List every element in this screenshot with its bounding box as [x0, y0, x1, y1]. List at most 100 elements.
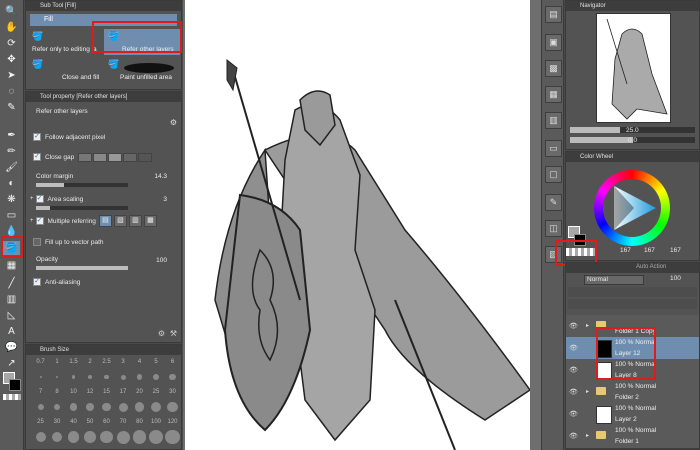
refer-folder-icon[interactable]: ▦ [143, 215, 157, 227]
pen-tool-icon[interactable]: ✒ [3, 128, 20, 142]
brush-size-preset[interactable]: 6 [164, 359, 181, 381]
brush-size-preset[interactable]: 15 [98, 389, 115, 412]
transparent-color-swatch[interactable] [3, 394, 21, 400]
saturation-triangle[interactable] [606, 180, 662, 236]
brush-size-preset[interactable]: 2 [82, 359, 99, 379]
subtool-close-and-fill[interactable]: 🪣 Close and fill [28, 57, 102, 83]
brush-size-preset[interactable]: 7 [32, 389, 49, 410]
visibility-eye-icon[interactable]: 👁 [569, 344, 578, 352]
canvas[interactable] [185, 0, 532, 450]
layer-row[interactable]: 👁 ▸ 100 % Normal Folder 2 [566, 381, 699, 405]
brush-size-preset[interactable]: 30 [164, 389, 181, 413]
fill-tool-icon[interactable]: 🪣 [3, 241, 20, 255]
material-icon[interactable]: ▣ [545, 34, 562, 51]
figure-tool-icon[interactable]: ╱ [3, 276, 20, 290]
multiple-referring-row[interactable]: + ✓ Multiple referring ▤ ▧ ▥ ▦ [30, 214, 177, 228]
balloon-tool-icon[interactable]: 💬 [3, 340, 20, 354]
screen-icon[interactable]: ▢ [545, 166, 562, 183]
layer-row[interactable]: 👁 ▸ Folder 1 Copy [566, 315, 699, 339]
angle-value[interactable]: 0.0 [628, 137, 637, 144]
folder-expand-icon[interactable]: ▸ [586, 388, 589, 395]
visibility-eye-icon[interactable]: 👁 [569, 322, 578, 330]
brush-size-preset[interactable]: 40 [65, 419, 82, 443]
brush-tool-icon[interactable]: 🖌 [3, 160, 20, 174]
opacity-slider[interactable] [36, 266, 128, 270]
zoom-tool-icon[interactable]: 🔍 [3, 4, 20, 18]
fill-up-vector-row[interactable]: Fill up to vector path [30, 235, 177, 249]
blend-mode-select[interactable]: Normal [584, 275, 644, 285]
close-gap-row[interactable]: ✓ Close gap [30, 150, 177, 164]
gap-size-4[interactable] [123, 152, 138, 162]
tab-auto-action[interactable]: Auto Action [636, 264, 666, 270]
layer-row[interactable]: 👁 100 % Normal Layer 12 [566, 337, 699, 361]
refer-all-layers-icon[interactable]: ▤ [98, 215, 112, 227]
expand-icon[interactable]: + [30, 196, 34, 202]
eraser-tool-icon[interactable]: ▭ [3, 208, 20, 222]
multiple-referring-checkbox[interactable]: ✓ [35, 217, 44, 225]
subtool-refer-editing-layer[interactable]: 🪣 Refer only to editing la [28, 29, 102, 55]
blend-tool-icon[interactable]: 💧 [3, 224, 20, 238]
area-scaling-slider[interactable] [36, 206, 128, 210]
checker-icon[interactable]: ▦ [545, 86, 562, 103]
brush-size-preset[interactable]: 100 [148, 419, 165, 445]
hand-tool-icon[interactable]: ✋ [3, 20, 20, 34]
visibility-eye-icon[interactable]: 👁 [569, 366, 578, 374]
navigator-preview[interactable] [596, 13, 671, 123]
brush-size-preset[interactable]: 30 [49, 419, 66, 443]
subtool-refer-other-layers[interactable]: 🪣 Refer other layers [104, 29, 180, 55]
visibility-eye-icon[interactable]: 👁 [569, 432, 578, 440]
ruler-tool-icon[interactable]: ◺ [3, 308, 20, 322]
airbrush-tool-icon[interactable]: ◐ [3, 176, 20, 190]
brush-size-preset[interactable]: 60 [98, 419, 115, 444]
layer-opacity-value[interactable]: 100 [670, 275, 681, 282]
transparency-icon[interactable]: ▩ [545, 60, 562, 77]
anti-aliasing-row[interactable]: ✓ Anti-aliasing [30, 275, 177, 289]
color-margin-value[interactable]: 14.3 [154, 173, 167, 180]
layer-row[interactable]: 👁 100 % Normal Layer 2 [566, 403, 699, 427]
folder-expand-icon[interactable]: ▸ [586, 432, 589, 439]
brush-size-preset[interactable]: 20 [131, 389, 148, 412]
brush-size-preset[interactable]: 120 [164, 419, 181, 445]
tool-icon[interactable]: ⚒ [170, 329, 177, 338]
brush-size-preset[interactable]: 8 [49, 389, 66, 411]
visibility-eye-icon[interactable]: 👁 [569, 388, 578, 396]
brush-size-preset[interactable]: 5 [148, 359, 165, 381]
zoom-value[interactable]: 25.0 [626, 127, 639, 134]
follow-adjacent-row[interactable]: ✓ Follow adjacent pixel [30, 130, 177, 144]
follow-adjacent-checkbox[interactable]: ✓ [33, 133, 41, 141]
layer-row[interactable]: 👁 ▸ 100 % Normal Folder 1 [566, 425, 699, 449]
move-tool-icon[interactable]: ✥ [3, 52, 20, 66]
wrench-icon[interactable]: ⚙ [170, 118, 177, 127]
gap-size-3[interactable] [108, 152, 123, 162]
monitor-icon[interactable]: ▭ [545, 140, 562, 157]
area-scaling-checkbox[interactable]: ✓ [35, 195, 44, 203]
brush-size-preset[interactable]: 25 [148, 389, 165, 413]
opacity-value[interactable]: 100 [156, 257, 167, 264]
sub-color-chip[interactable] [574, 234, 586, 246]
gap-size-1[interactable] [78, 152, 93, 162]
gap-size-2[interactable] [93, 152, 108, 162]
correct-line-tool-icon[interactable]: ↗ [3, 356, 20, 370]
brush-size-preset[interactable]: 1 [49, 359, 66, 379]
brush-size-preset[interactable]: 2.5 [98, 359, 115, 380]
text-tool-icon[interactable]: A [3, 324, 20, 338]
brush-size-preset[interactable]: 50 [82, 419, 99, 443]
tab-fill[interactable]: Fill [30, 14, 177, 26]
brush-size-preset[interactable]: 80 [131, 419, 148, 444]
visibility-eye-icon[interactable]: 👁 [569, 410, 578, 418]
area-scaling-value[interactable]: 3 [163, 196, 167, 203]
pencil-tool-icon[interactable]: ✏ [3, 144, 20, 158]
sub-color-swatch[interactable] [9, 379, 21, 391]
brush-size-preset[interactable]: 0.7 [32, 359, 49, 378]
brush-size-preset[interactable]: 4 [131, 359, 148, 380]
subtool-paint-unfilled-area[interactable]: 🪣 Paint unfilled area [104, 57, 180, 83]
anti-aliasing-checkbox[interactable]: ✓ [33, 278, 41, 286]
brush-size-preset[interactable]: 3 [115, 359, 132, 380]
canvas-icon[interactable]: ▧ [545, 246, 562, 263]
gap-size-5[interactable] [138, 152, 153, 162]
gradient-tool-icon[interactable]: ▦ [3, 258, 20, 272]
operation-tool-icon[interactable]: ➤ [3, 68, 20, 82]
layer-row[interactable]: 👁 100 % Normal Layer 8 [566, 359, 699, 383]
grid-icon[interactable]: ▥ [545, 112, 562, 129]
frame-tool-icon[interactable]: ▥ [3, 292, 20, 306]
